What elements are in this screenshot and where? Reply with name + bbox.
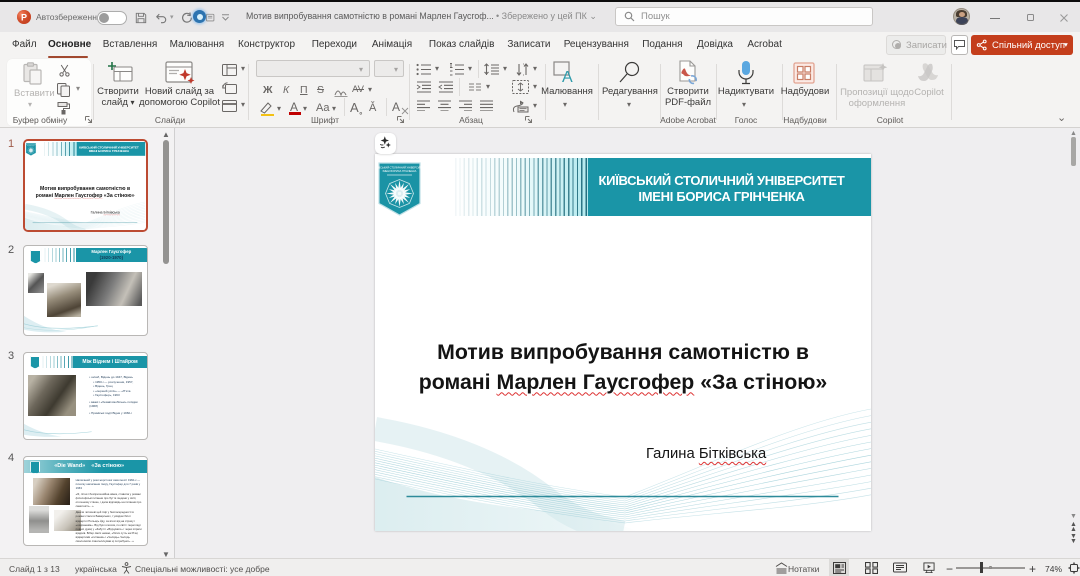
svg-text:P: P [21,13,27,23]
svg-text:ІМЕНІ БОРИСА ГРІНЧЕНКА: ІМЕНІ БОРИСА ГРІНЧЕНКА [383,169,417,173]
svg-text:КИЇВСЬКИЙ СТОЛИЧНИЙ УНІВЕРСИТЕ: КИЇВСЬКИЙ СТОЛИЧНИЙ УНІВЕРСИТЕТ [378,166,421,170]
svg-text:A: A [562,69,573,85]
